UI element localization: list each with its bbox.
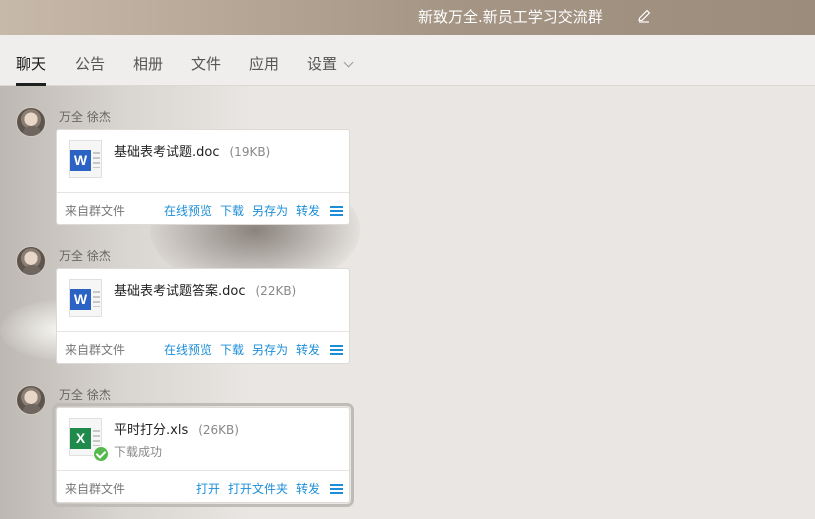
file-card[interactable]: W 基础表考试题.doc (19KB) 来自群文件 在线预览 下载 另存为 转发 — [56, 129, 350, 225]
file-actions: 在线预览 下载 另存为 转发 — [156, 341, 343, 358]
file-name: 基础表考试题.doc (19KB) — [114, 145, 271, 160]
save-as-link[interactable]: 另存为 — [252, 341, 288, 358]
menu-icon[interactable] — [330, 344, 343, 355]
file-source: 来自群文件 — [65, 482, 126, 496]
chevron-down-icon — [343, 57, 354, 68]
tab-files[interactable]: 文件 — [191, 35, 221, 86]
forward-link[interactable]: 转发 — [296, 341, 320, 358]
file-source: 来自群文件 — [65, 343, 126, 357]
tab-apps[interactable]: 应用 — [249, 35, 279, 86]
file-card-footer: 来自群文件 打开 打开文件夹 转发 — [57, 470, 349, 502]
tab-bar: 聊天 公告 相册 文件 应用 设置 — [0, 35, 815, 86]
sender-name: 万全 徐杰 — [59, 388, 111, 402]
menu-icon[interactable] — [330, 483, 343, 494]
edit-icon[interactable] — [636, 8, 652, 24]
tab-album[interactable]: 相册 — [133, 35, 163, 86]
open-folder-link[interactable]: 打开文件夹 — [228, 480, 288, 497]
menu-icon[interactable] — [330, 205, 343, 216]
preview-online-link[interactable]: 在线预览 — [164, 341, 212, 358]
download-link[interactable]: 下载 — [220, 202, 244, 219]
file-card[interactable]: X 平时打分.xls (26KB) 下载成功 来自群文件 打开 打开文件夹 转发 — [52, 403, 354, 507]
word-file-icon: W — [69, 279, 102, 317]
file-card-footer: 来自群文件 在线预览 下载 另存为 转发 — [57, 331, 349, 363]
file-actions: 打开 打开文件夹 转发 — [188, 480, 343, 497]
file-card-footer: 来自群文件 在线预览 下载 另存为 转发 — [57, 192, 349, 224]
file-size: (26KB) — [198, 423, 239, 437]
download-link[interactable]: 下载 — [220, 341, 244, 358]
title-bar: 新致万全.新员工学习交流群 — [0, 0, 815, 35]
file-name: 基础表考试题答案.doc (22KB) — [114, 284, 297, 299]
file-actions: 在线预览 下载 另存为 转发 — [156, 202, 343, 219]
group-title: 新致万全.新员工学习交流群 — [418, 8, 603, 26]
avatar[interactable] — [16, 385, 46, 415]
tab-chat[interactable]: 聊天 — [16, 35, 47, 86]
file-card[interactable]: W 基础表考试题答案.doc (22KB) 来自群文件 在线预览 下载 另存为 转… — [56, 268, 350, 364]
tab-settings[interactable]: 设置 — [307, 35, 354, 86]
file-size: (19KB) — [229, 145, 271, 159]
tab-announcements[interactable]: 公告 — [75, 35, 105, 86]
download-status: 下载成功 — [114, 445, 163, 459]
file-source: 来自群文件 — [65, 204, 126, 218]
open-link[interactable]: 打开 — [196, 480, 220, 497]
file-name: 平时打分.xls (26KB) — [114, 423, 239, 438]
preview-online-link[interactable]: 在线预览 — [164, 202, 212, 219]
avatar[interactable] — [16, 107, 46, 137]
check-icon — [93, 446, 109, 462]
sender-name: 万全 徐杰 — [59, 110, 111, 124]
sender-name: 万全 徐杰 — [59, 249, 111, 263]
forward-link[interactable]: 转发 — [296, 480, 320, 497]
word-file-icon: W — [69, 140, 102, 178]
save-as-link[interactable]: 另存为 — [252, 202, 288, 219]
avatar[interactable] — [16, 246, 46, 276]
file-size: (22KB) — [255, 284, 297, 298]
forward-link[interactable]: 转发 — [296, 202, 320, 219]
